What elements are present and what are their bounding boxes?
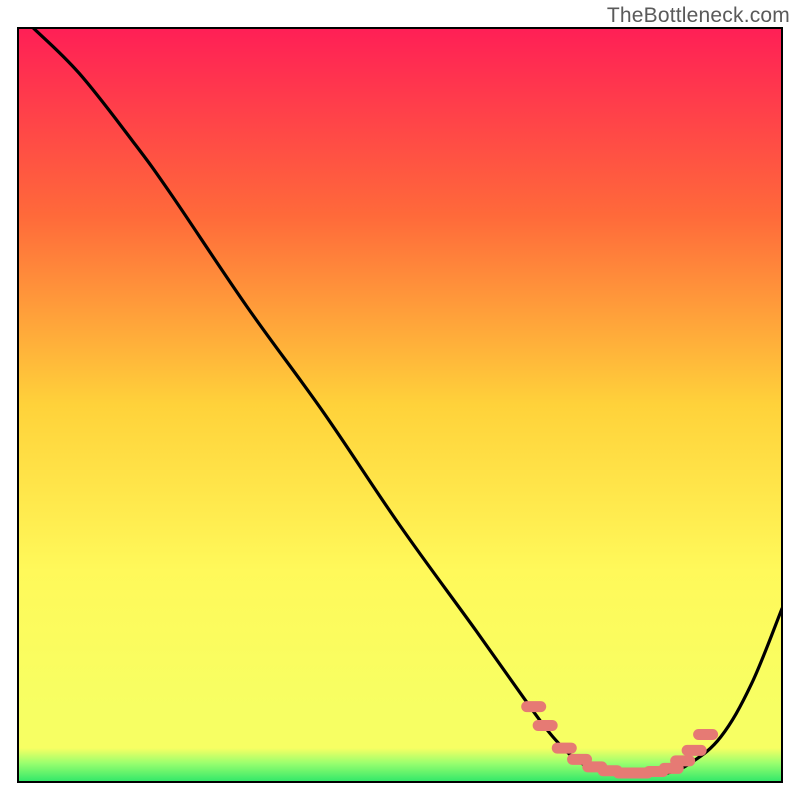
chart-stage: TheBottleneck.com	[0, 0, 800, 800]
bottleneck-chart	[0, 0, 800, 800]
